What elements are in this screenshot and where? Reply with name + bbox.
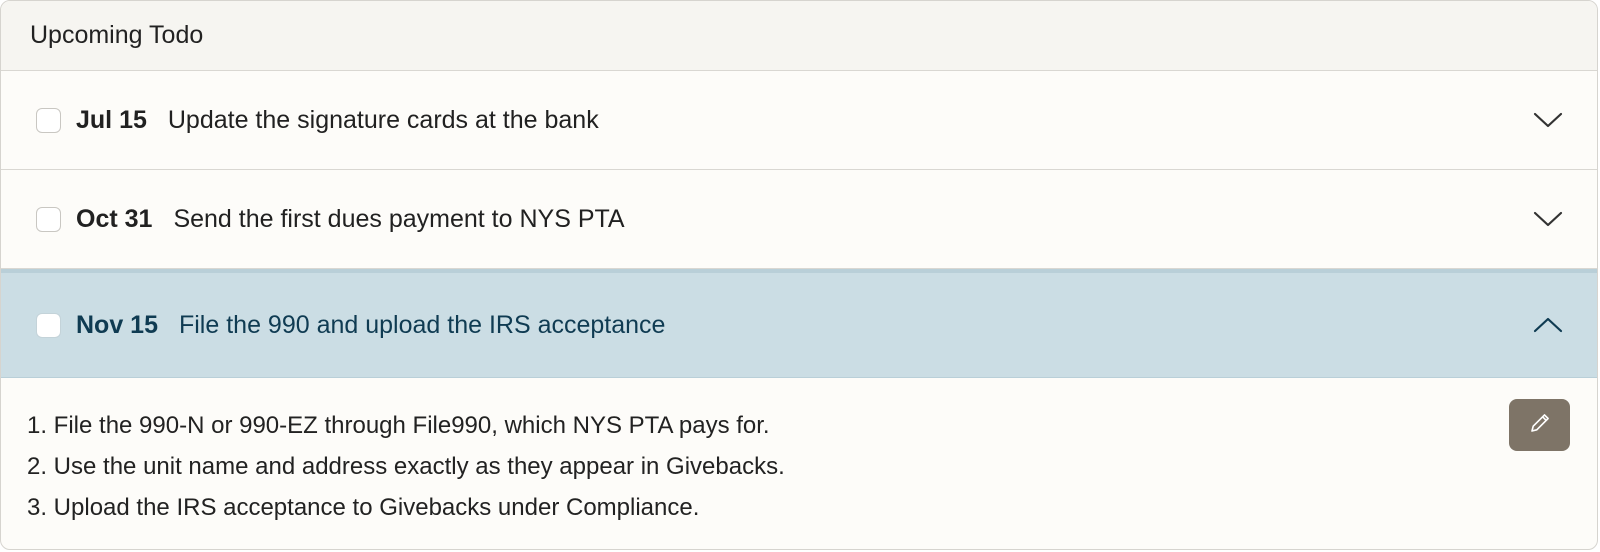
chevron-up-icon[interactable] <box>1531 308 1565 342</box>
details-step-2: 2. Use the unit name and address exactly… <box>27 453 785 480</box>
todo-checkbox[interactable] <box>36 206 61 232</box>
card-header: Upcoming Todo <box>1 1 1597 71</box>
chevron-down-icon[interactable] <box>1531 202 1565 236</box>
upcoming-todo-card: Upcoming Todo Jul 15 Update the signatur… <box>0 0 1598 550</box>
todo-date: Nov 15 <box>76 310 158 339</box>
details-step-1: 1. File the 990-N or 990-EZ through File… <box>27 412 770 439</box>
todo-item-nov-15[interactable]: Nov 15 File the 990 and upload the IRS a… <box>1 269 1597 378</box>
todo-item-jul-15[interactable]: Jul 15 Update the signature cards at the… <box>1 71 1597 170</box>
todo-checkbox[interactable] <box>36 312 61 338</box>
todo-date: Jul 15 <box>76 105 147 134</box>
todo-title: Update the signature cards at the bank <box>167 105 599 134</box>
card-title: Upcoming Todo <box>30 21 204 49</box>
details-step-3: 3. Upload the IRS acceptance to Giveback… <box>27 494 700 521</box>
todo-checkbox[interactable] <box>36 107 61 133</box>
todo-title: File the 990 and upload the IRS acceptan… <box>178 310 666 339</box>
todo-title: Send the first dues payment to NYS PTA <box>173 204 625 233</box>
chevron-down-icon[interactable] <box>1531 103 1565 137</box>
todo-date: Oct 31 <box>76 204 153 233</box>
todo-details: 1. File the 990-N or 990-EZ through File… <box>1 378 1597 528</box>
todo-item-oct-31[interactable]: Oct 31 Send the first dues payment to NY… <box>1 170 1597 269</box>
pencil-icon <box>1528 411 1552 440</box>
edit-button[interactable] <box>1509 399 1570 451</box>
